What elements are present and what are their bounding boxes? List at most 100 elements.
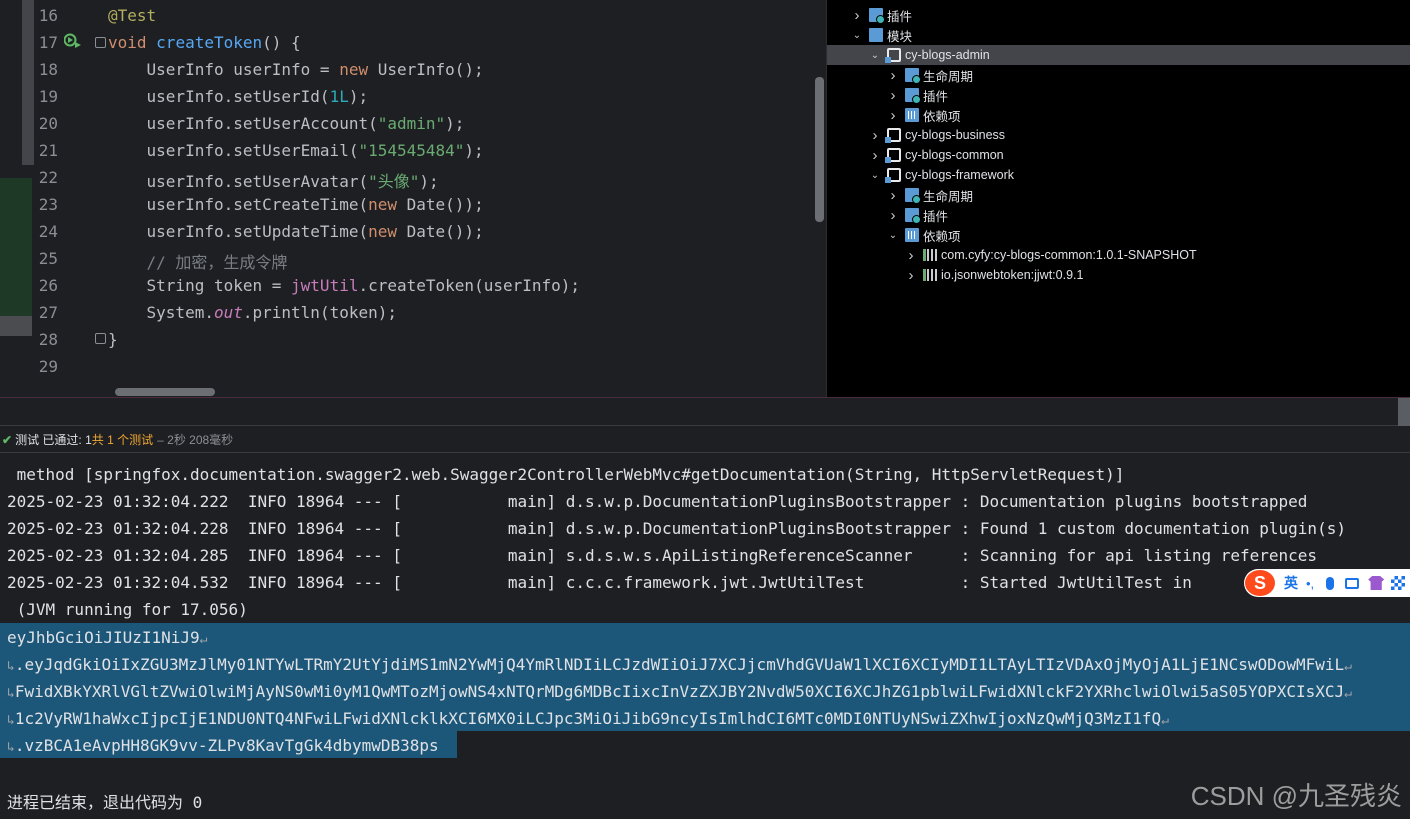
keyword-new: new — [339, 60, 369, 79]
sogou-logo-icon[interactable]: S — [1245, 570, 1275, 596]
watermark: CSDN @九圣残炎 — [1190, 781, 1402, 811]
tree-item-label: cy-blogs-common — [905, 148, 1004, 162]
total-tests: 共 1 个测试 — [91, 433, 154, 447]
test-passed-icon: ✔ — [2, 432, 13, 447]
soft-wrap-icon: ↳ — [7, 713, 15, 728]
plugin-folder-icon — [905, 88, 921, 104]
chevron-down-icon[interactable]: ⌄ — [869, 49, 881, 61]
code-line-16: @Test — [108, 6, 156, 25]
code-line-22: userInfo.setUserAvatar("头像"); — [108, 168, 439, 192]
tree-item[interactable]: › com.cyfy:cy-blogs-common:1.0.1-SNAPSHOT — [827, 245, 1410, 265]
line-number: 24 — [38, 222, 58, 241]
tree-item[interactable]: ⌄ cy-blogs-admin — [827, 45, 1410, 65]
tree-item[interactable]: › 插件 — [827, 5, 1410, 25]
tree-item[interactable]: › 插件 — [827, 205, 1410, 225]
editor-horizontal-scrollbar[interactable] — [115, 388, 215, 396]
tree-item[interactable]: › 生命周期 — [827, 65, 1410, 85]
line-number: 18 — [38, 60, 58, 79]
token-text: .vzBCA1eAvpHH8GK9vv-ZLPv8KavTgGk4dbymwDB… — [14, 736, 439, 755]
line-number: 20 — [38, 114, 58, 133]
code-text: String token = — [108, 276, 292, 295]
chevron-right-icon[interactable]: › — [887, 107, 899, 124]
editor-vertical-scrollbar[interactable] — [815, 77, 824, 222]
chevron-down-icon[interactable]: ⌄ — [869, 169, 881, 181]
code-comment: // 加密，生成令牌 — [108, 253, 288, 272]
tree-item[interactable]: ⌄ 模块 — [827, 25, 1410, 45]
keyword-new: new — [368, 222, 397, 241]
chevron-right-icon[interactable]: › — [851, 7, 863, 24]
tree-item[interactable]: › 插件 — [827, 85, 1410, 105]
run-test-icon[interactable] — [64, 33, 82, 49]
code-text: System. — [108, 303, 214, 322]
static-field-out: out — [213, 303, 243, 322]
string-literal: "头像" — [368, 172, 420, 191]
code-text: ); — [464, 141, 484, 160]
tree-item-label: 插件 — [923, 89, 949, 104]
token-text: .eyJqdGkiOiIxZGU3MzJlMy01NTYwLTRmY2UtYjd… — [14, 655, 1345, 674]
code-text: userInfo.setUserAvatar( — [108, 172, 369, 191]
tree-item[interactable]: ⌄ 依赖项 — [827, 225, 1410, 245]
code-text: } — [108, 330, 118, 349]
field-reference: jwtUtil — [291, 276, 359, 295]
ime-toolbar[interactable]: S 英 •, — [1244, 569, 1410, 597]
token-text: 1c2VyRW1haWxcIjpcIjE1NDU0NTQ4NFwiLFwidXN… — [14, 709, 1162, 728]
splitter-scrollbar[interactable] — [1398, 398, 1410, 426]
left-panel-scrollbar[interactable] — [22, 0, 34, 165]
keyboard-icon[interactable] — [1345, 577, 1360, 589]
chevron-right-icon[interactable]: › — [905, 247, 917, 264]
module-icon — [885, 148, 901, 163]
chevron-right-icon[interactable]: › — [887, 207, 899, 224]
tree-item[interactable]: › cy-blogs-business — [827, 125, 1410, 145]
soft-wrap-icon: ↵ — [199, 632, 208, 647]
tree-item[interactable]: › cy-blogs-common — [827, 145, 1410, 165]
code-line-26: String token = jwtUtil.createToken(userI… — [108, 276, 581, 295]
code-line-27: System.out.println(token); — [108, 303, 397, 322]
fold-marker-icon[interactable] — [95, 37, 106, 48]
code-text: userInfo.setUserAccount( — [108, 114, 378, 133]
code-line-18: UserInfo userInfo = new UserInfo(); — [108, 60, 484, 79]
code-text: userInfo.setUpdateTime( — [108, 222, 369, 241]
modules-folder-icon — [869, 28, 883, 42]
ime-punctuation-toggle[interactable]: •, — [1306, 576, 1314, 591]
tree-item[interactable]: › 生命周期 — [827, 185, 1410, 205]
code-text: () { — [262, 33, 301, 52]
tree-item[interactable]: › io.jsonwebtoken:jjwt:0.9.1 — [827, 265, 1410, 285]
toolbox-grid-icon[interactable] — [1391, 576, 1406, 590]
code-line-28: } — [108, 330, 118, 349]
dependencies-folder-icon — [905, 108, 919, 122]
chevron-right-icon[interactable]: › — [869, 127, 881, 144]
soft-wrap-icon: ↳ — [7, 740, 15, 755]
chevron-right-icon[interactable]: › — [905, 267, 917, 284]
chevron-right-icon[interactable]: › — [887, 67, 899, 84]
panel-splitter[interactable] — [0, 397, 1410, 426]
code-editor[interactable]: 16 17 18 19 20 21 22 23 24 25 26 27 28 29 @Test void … — [0, 0, 826, 397]
code-line-24: userInfo.setUpdateTime(new Date()); — [108, 222, 484, 241]
microphone-icon[interactable] — [1326, 576, 1335, 590]
library-icon — [923, 269, 937, 281]
chevron-down-icon[interactable]: ⌄ — [887, 229, 899, 241]
ime-language-toggle[interactable]: 英 — [1284, 573, 1298, 593]
code-line-17: void createToken() { — [108, 33, 301, 52]
passed-count: 1 — [85, 432, 92, 447]
tree-item-label: cy-blogs-admin — [905, 48, 990, 62]
token-text: FwidXBkYXRlVGltZVwiOlwiMjAyNS0wMi0yM1QwM… — [14, 682, 1345, 701]
lifecycle-folder-icon — [905, 188, 921, 204]
line-number: 29 — [38, 357, 58, 376]
chevron-right-icon[interactable]: › — [869, 147, 881, 164]
line-number: 16 — [38, 6, 58, 25]
tree-item[interactable]: ⌄ cy-blogs-framework — [827, 165, 1410, 185]
chevron-right-icon[interactable]: › — [887, 87, 899, 104]
maven-project-tree[interactable]: › 插件 ⌄ 模块 ⌄ cy-blogs-admin › 生命周期 › 插件 › 依赖项 › cy-blo… — [826, 0, 1410, 397]
fold-marker-icon[interactable] — [95, 333, 106, 344]
console-line: (JVM running for 17.056) — [7, 600, 248, 619]
chevron-down-icon[interactable]: ⌄ — [851, 29, 863, 41]
run-console[interactable]: method [springfox.documentation.swagger2… — [0, 454, 1410, 819]
tree-item[interactable]: › 依赖项 — [827, 105, 1410, 125]
skin-icon[interactable] — [1368, 576, 1385, 590]
code-text: ); — [445, 114, 465, 133]
line-number: 19 — [38, 87, 58, 106]
test-duration: – 2秒 208毫秒 — [157, 433, 234, 447]
soft-wrap-icon: ↵ — [1344, 659, 1352, 674]
chevron-right-icon[interactable]: › — [887, 187, 899, 204]
soft-wrap-icon: ↵ — [1161, 713, 1169, 728]
